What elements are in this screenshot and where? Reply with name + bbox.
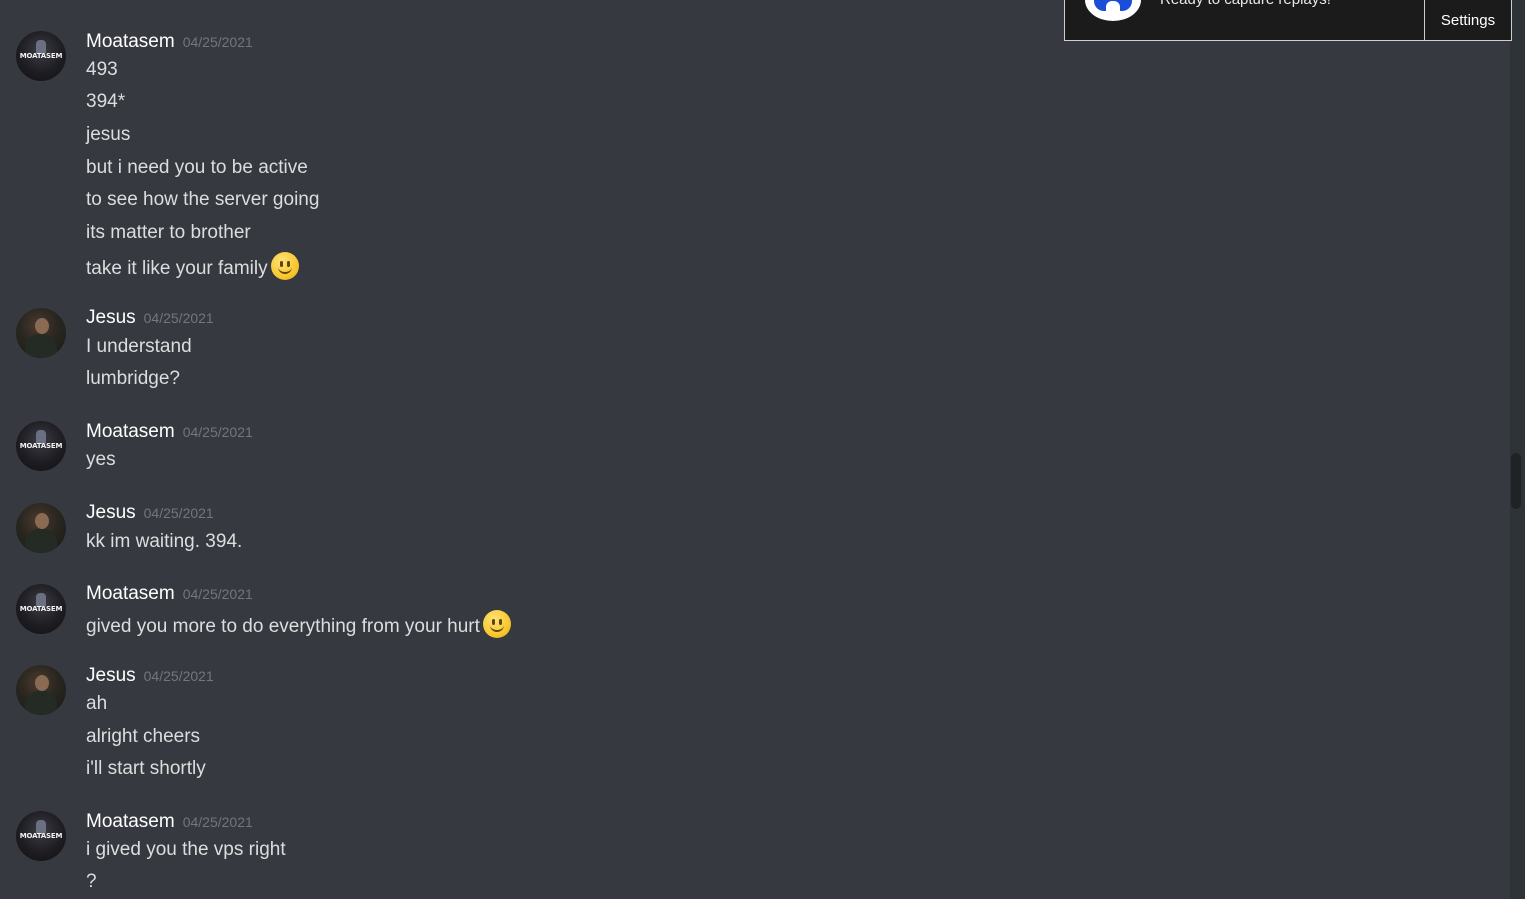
message-text: alright cheers (86, 726, 201, 747)
scrollbar-thumb[interactable] (1511, 453, 1521, 509)
message-header: Moatasem 04/25/2021 (86, 421, 253, 443)
message-header: Jesus 04/25/2021 (86, 307, 214, 329)
username[interactable]: Moatasem (86, 421, 175, 442)
avatar-head (35, 318, 49, 334)
avatar-head (35, 675, 49, 691)
avatar[interactable] (16, 503, 66, 553)
username[interactable]: Moatasem (86, 811, 175, 832)
message-header: Moatasem 04/25/2021 (86, 583, 253, 605)
avatar-text: MOATASEM (19, 442, 63, 450)
avatar-text: MOATASEM (19, 605, 63, 613)
controller-icon (1085, 0, 1141, 21)
message-text: take it like your family (86, 258, 268, 280)
username[interactable]: Jesus (86, 665, 136, 686)
message-text: 394* (86, 91, 126, 112)
message-header: Jesus 04/25/2021 (86, 665, 214, 687)
message-text: yes (86, 449, 116, 470)
message-text: jesus (86, 124, 131, 145)
message-text: ? (86, 871, 97, 892)
avatar[interactable]: MOATASEM (16, 421, 66, 471)
username[interactable]: Jesus (86, 307, 136, 328)
message-text: its matter to brother (86, 222, 251, 243)
smiling-face-icon[interactable] (270, 252, 299, 280)
message-text: to see how the server going (86, 189, 320, 210)
avatar[interactable]: MOATASEM (16, 584, 66, 634)
message-text: but i need you to be active (86, 157, 308, 178)
chat-messages: MOATASEM Moatasem 04/25/2021 493 394* jes… (0, 0, 1510, 899)
message-header: Moatasem 04/25/2021 (86, 811, 253, 833)
avatar-text: MOATASEM (19, 52, 63, 60)
message-line: gived you more to do everything from you… (86, 610, 511, 641)
message-text: kk im waiting. 394. (86, 531, 243, 552)
smiling-face-icon[interactable] (482, 610, 511, 638)
message-text: I understand (86, 336, 192, 357)
timestamp: 04/25/2021 (143, 505, 214, 521)
message-text: lumbridge? (86, 368, 180, 389)
settings-button[interactable]: Settings (1425, 0, 1511, 40)
message-line: take it like your family (86, 252, 299, 283)
replay-capture-notification: Ready to capture replays! Settings (1064, 0, 1512, 41)
username[interactable]: Moatasem (86, 583, 175, 604)
avatar[interactable]: MOATASEM (16, 31, 66, 81)
message-text: i'll start shortly (86, 758, 206, 779)
avatar-head (35, 513, 49, 529)
avatar-body (25, 691, 57, 715)
username[interactable]: Jesus (86, 502, 136, 523)
avatar[interactable]: MOATASEM (16, 811, 66, 861)
avatar-text: MOATASEM (19, 832, 63, 840)
message-header: Moatasem 04/25/2021 (86, 31, 253, 53)
timestamp: 04/25/2021 (182, 814, 253, 830)
timestamp: 04/25/2021 (182, 424, 253, 440)
timestamp: 04/25/2021 (143, 668, 214, 684)
avatar[interactable] (16, 308, 66, 358)
timestamp: 04/25/2021 (182, 586, 253, 602)
scrollbar-track[interactable] (1510, 0, 1525, 899)
avatar[interactable] (16, 665, 66, 715)
message-text: 493 (86, 59, 118, 80)
message-header: Jesus 04/25/2021 (86, 502, 214, 524)
message-text: ah (86, 693, 108, 714)
message-text: i gived you the vps right (86, 839, 286, 860)
notification-text: Ready to capture replays! (1160, 0, 1331, 8)
timestamp: 04/25/2021 (182, 34, 253, 50)
username[interactable]: Moatasem (86, 31, 175, 52)
avatar-body (25, 529, 57, 553)
message-text: gived you more to do everything from you… (86, 616, 480, 638)
timestamp: 04/25/2021 (143, 310, 214, 326)
avatar-body (25, 334, 57, 358)
